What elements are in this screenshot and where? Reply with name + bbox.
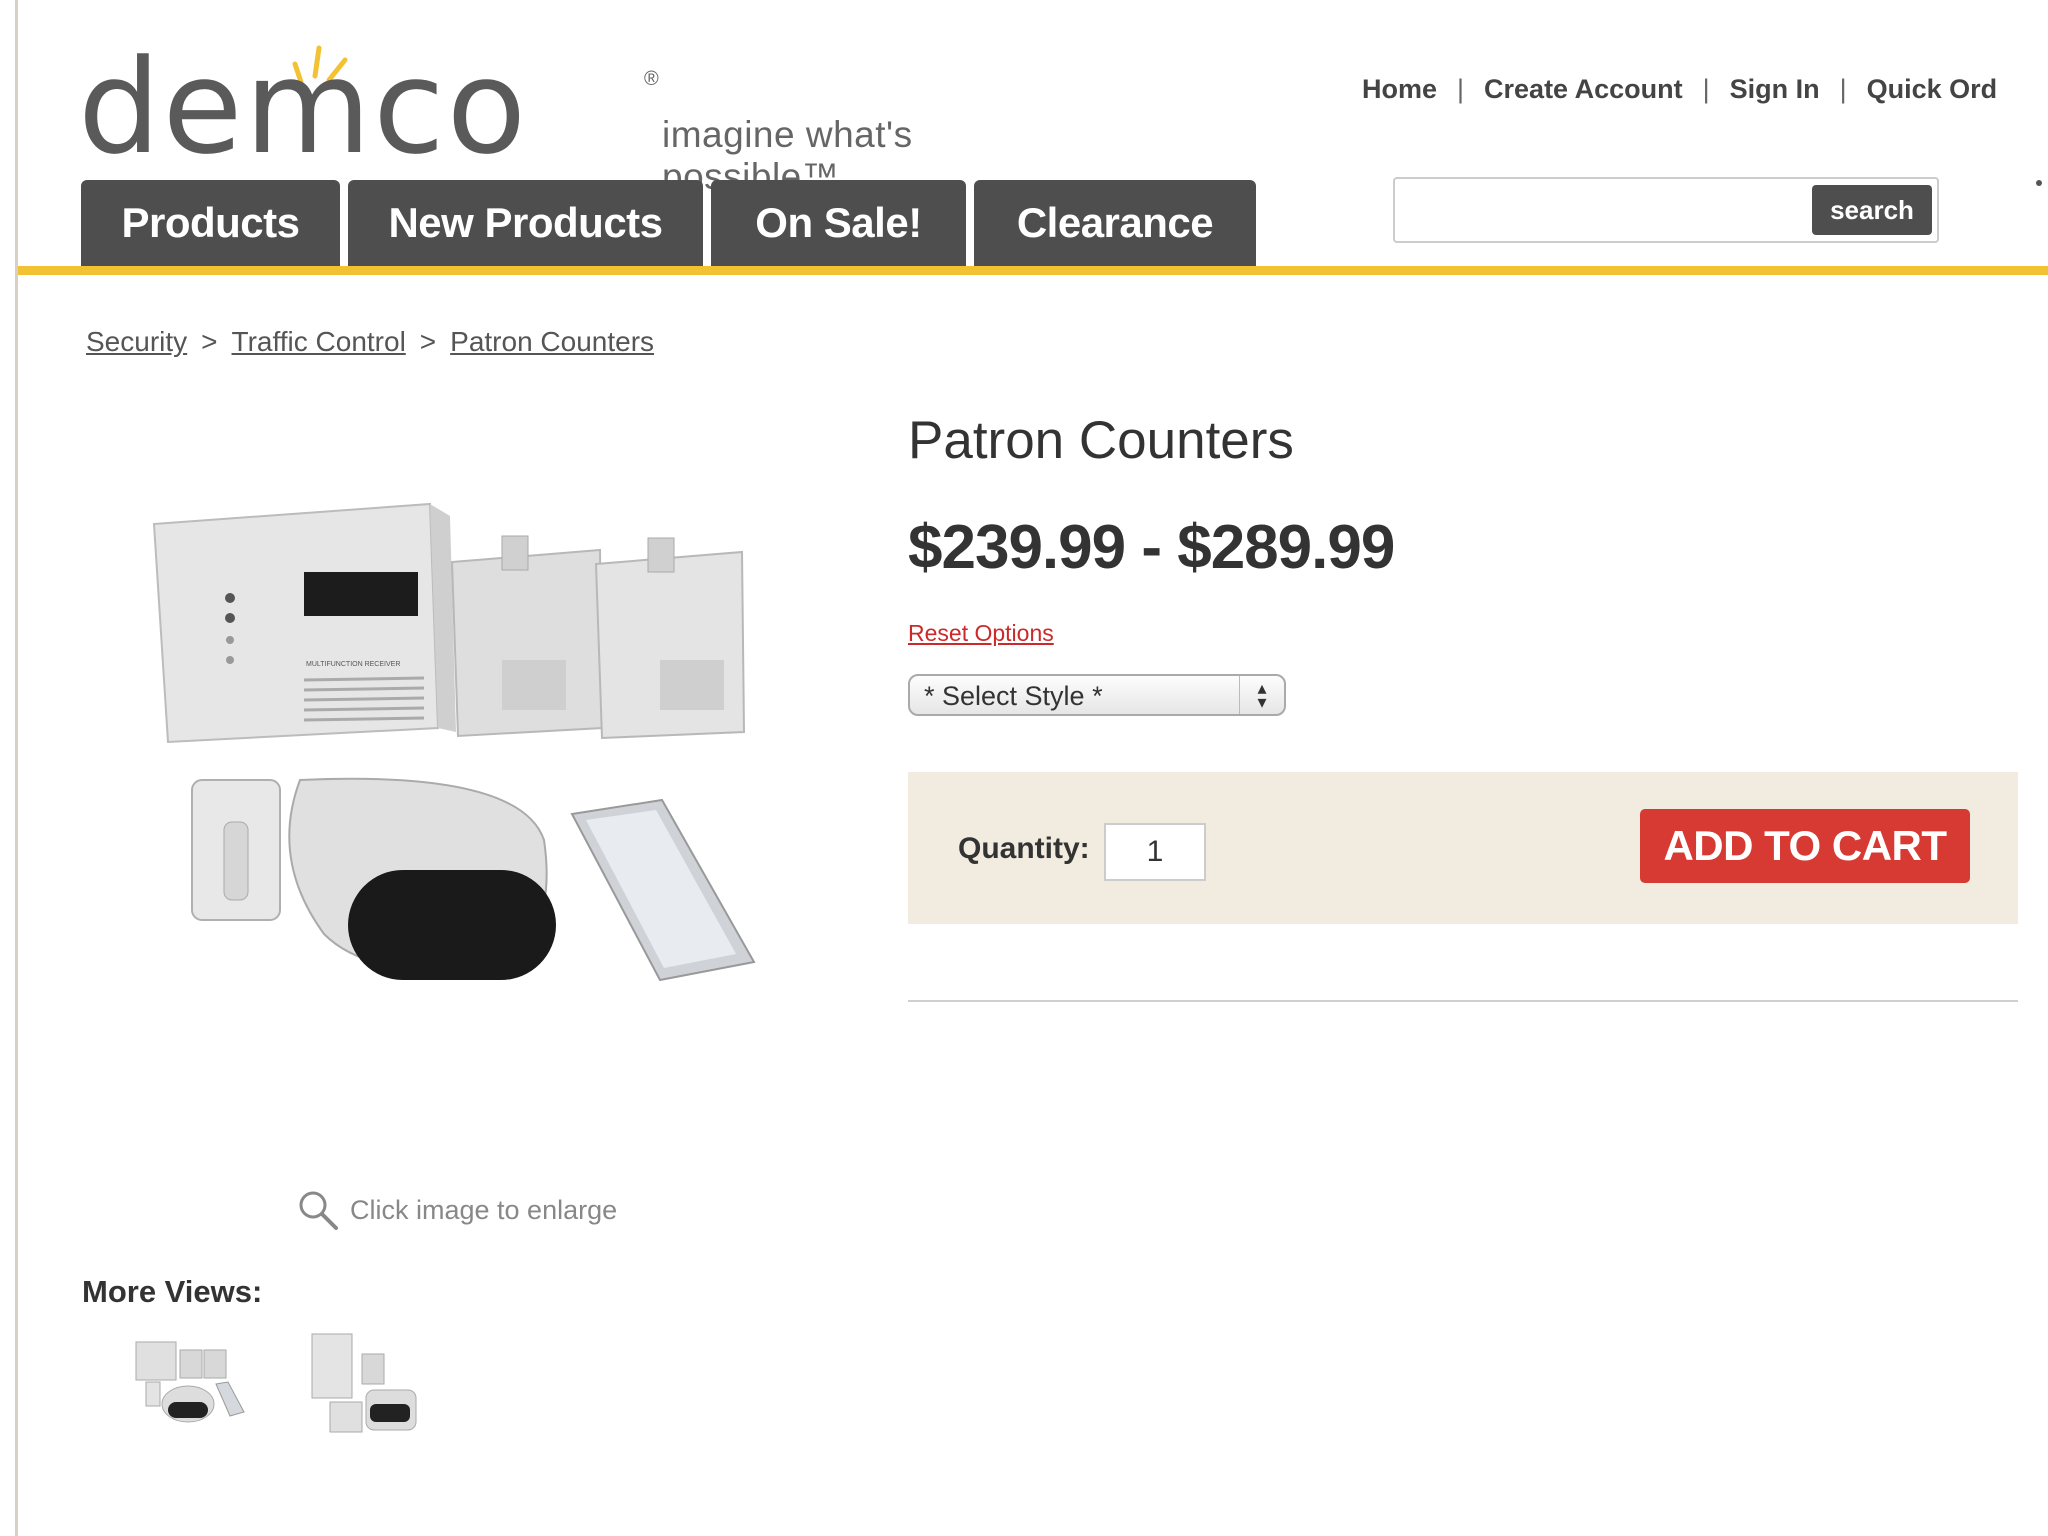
top-links: Home | Create Account | Sign In | Quick Ord xyxy=(1362,74,1998,104)
main-nav: Products New Products On Sale! Clearance xyxy=(81,180,1256,266)
breadcrumb-patron-counters[interactable]: Patron Counters xyxy=(450,326,654,357)
enlarge-hint[interactable]: Click image to enlarge xyxy=(296,1188,617,1232)
add-to-cart-panel: Quantity: ADD TO CART xyxy=(908,772,2018,924)
create-account-link[interactable]: Create Account xyxy=(1484,74,1683,104)
thumbnail-1[interactable] xyxy=(126,1320,256,1450)
logo-wordmark: demco xyxy=(78,31,529,183)
breadcrumb-security[interactable]: Security xyxy=(86,326,187,357)
quick-order-link[interactable]: Quick Ord xyxy=(1867,74,1998,104)
section-divider xyxy=(908,1000,2018,1002)
registered-mark: ® xyxy=(644,68,659,90)
header-accent-bar xyxy=(18,266,2048,275)
nav-tab-on-sale[interactable]: On Sale! xyxy=(711,180,966,266)
search-button[interactable]: search xyxy=(1812,185,1932,235)
demco-logo[interactable]: demco ® imagine what's possible™ xyxy=(78,42,1058,197)
more-views-title: More Views: xyxy=(82,1274,263,1309)
quantity-label: Quantity: xyxy=(958,832,1090,865)
breadcrumb-traffic-control[interactable]: Traffic Control xyxy=(232,326,406,357)
search-input[interactable] xyxy=(1403,187,1807,235)
nav-tab-clearance[interactable]: Clearance xyxy=(974,180,1256,266)
enlarge-text: Click image to enlarge xyxy=(350,1194,618,1225)
nav-tab-new-products[interactable]: New Products xyxy=(348,180,703,266)
add-to-cart-button[interactable]: ADD TO CART xyxy=(1640,809,1970,883)
quantity-input[interactable] xyxy=(1104,823,1206,881)
left-border xyxy=(0,0,18,1536)
nav-tab-products[interactable]: Products xyxy=(81,180,340,266)
breadcrumb: Security > Traffic Control > Patron Counters xyxy=(86,326,655,357)
magnifier-icon xyxy=(299,1191,338,1230)
price-range: $239.99 - $289.99 xyxy=(908,513,1395,582)
sign-in-link[interactable]: Sign In xyxy=(1730,74,1820,104)
thumbnail-2[interactable] xyxy=(306,1320,436,1450)
reset-options-link[interactable]: Reset Options xyxy=(908,620,1054,647)
receiver-label: MULTIFUNCTION RECEIVER xyxy=(306,661,400,668)
cut-off-element xyxy=(2036,180,2042,186)
select-arrows-icon: ▴ ▾ xyxy=(1239,676,1284,714)
search-form: search xyxy=(1393,177,1939,243)
style-select-value: * Select Style * xyxy=(924,681,1103,711)
product-image[interactable]: MULTIFUNCTION RECEIVER xyxy=(140,480,780,1070)
home-link[interactable]: Home xyxy=(1362,74,1437,104)
product-title: Patron Counters xyxy=(908,411,1294,470)
style-select[interactable]: * Select Style * ▴ ▾ xyxy=(908,674,1286,716)
